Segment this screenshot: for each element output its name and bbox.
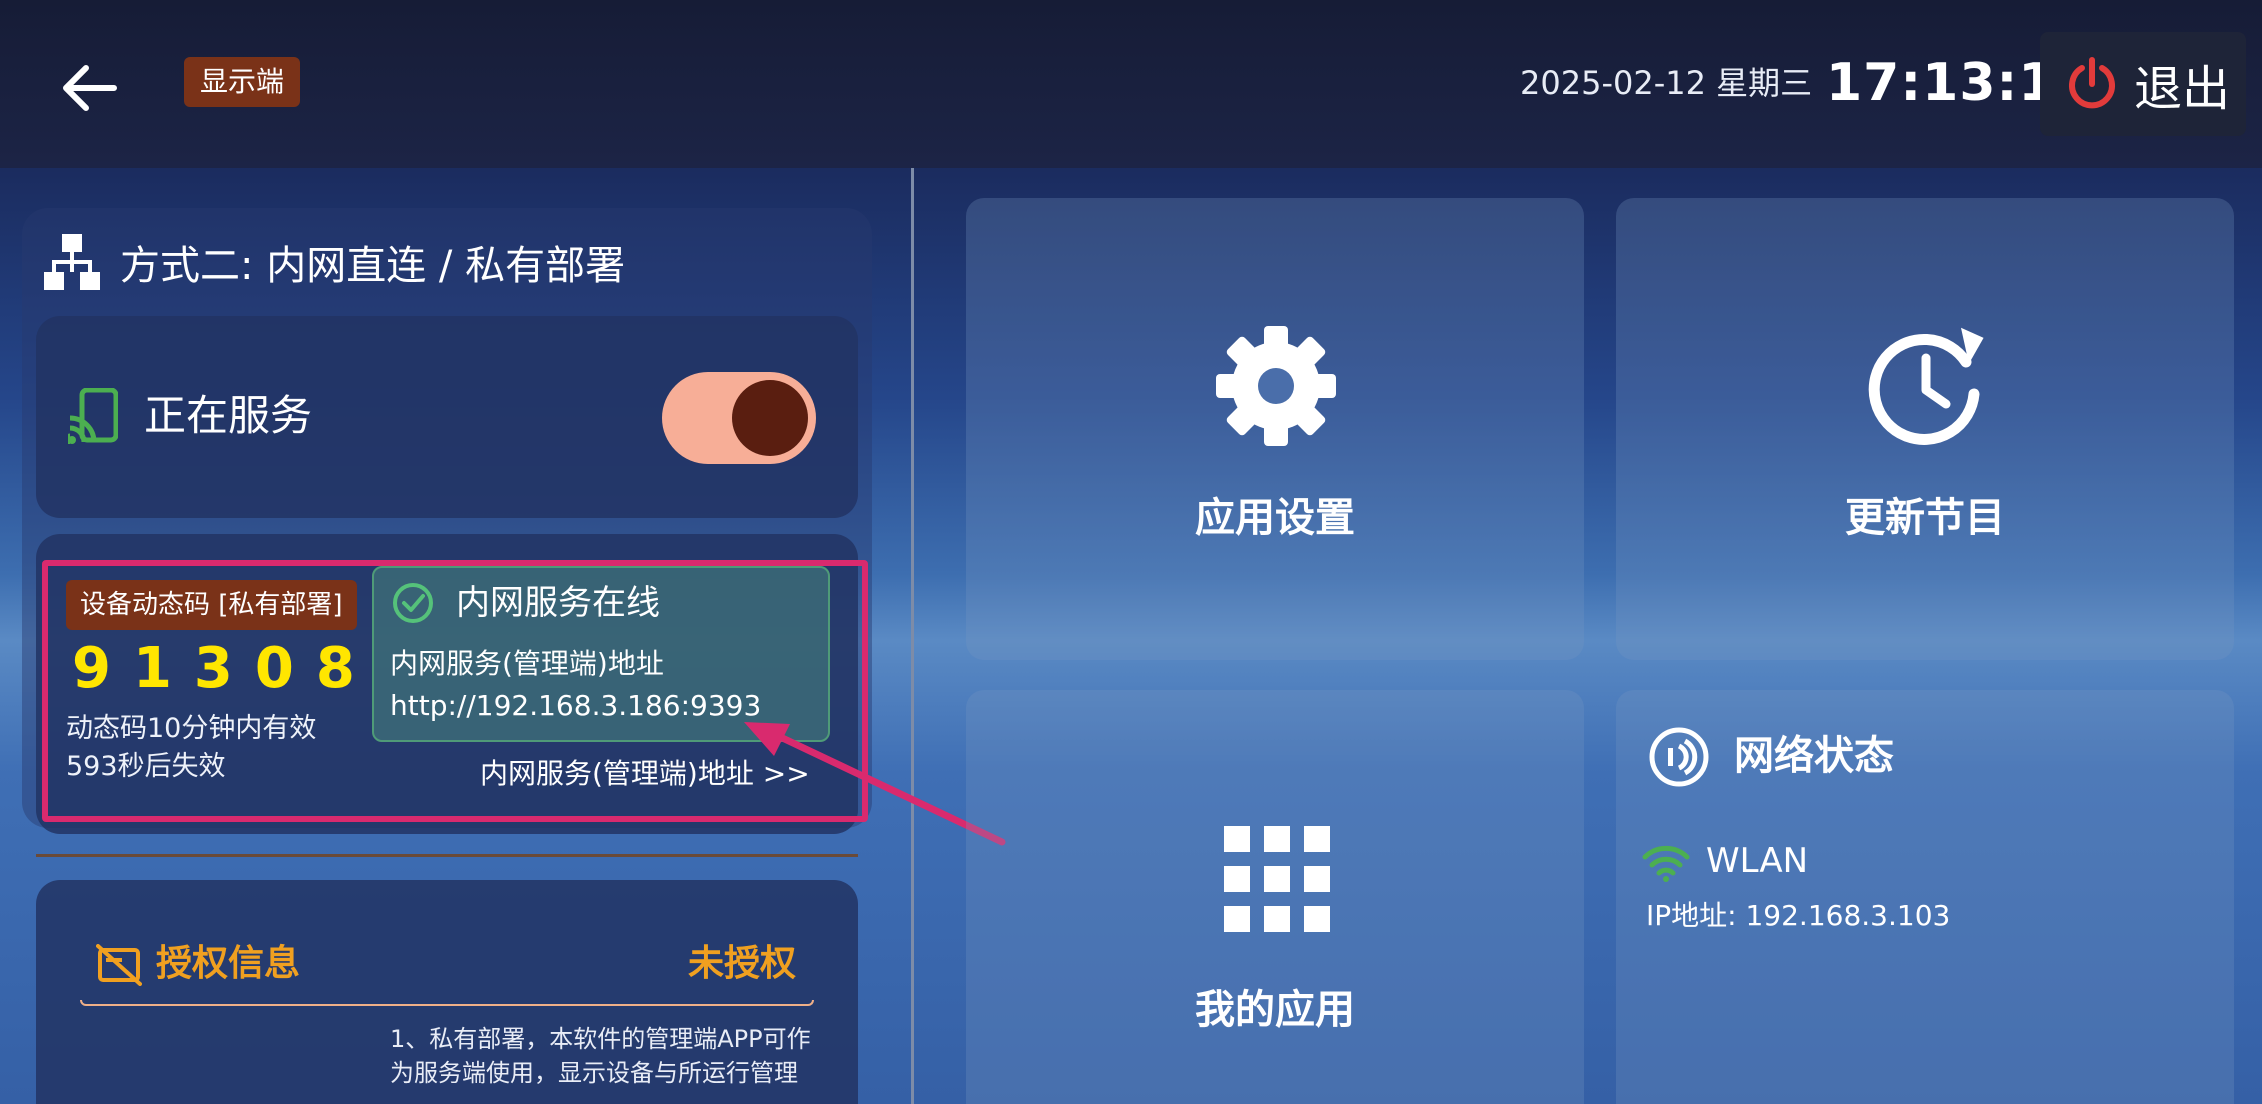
network-status-title: 网络状态 <box>1734 733 1894 779</box>
auth-note-line: 为服务端使用，显示设备与所运行管理 <box>390 1059 798 1087</box>
my-apps-label: 我的应用 <box>1195 987 1355 1033</box>
auth-status[interactable]: 未授权 <box>688 938 796 990</box>
section-separator <box>36 854 858 857</box>
cast-icon <box>68 388 118 444</box>
ip-address-label: IP地址: 192.168.3.103 <box>1646 899 1951 932</box>
refresh-clock-icon <box>1868 327 1984 445</box>
mode-badge: 显示端 <box>184 57 301 107</box>
grid-apps-icon <box>1224 826 1330 932</box>
network-tree-icon <box>44 234 100 290</box>
back-button[interactable] <box>52 50 128 126</box>
signal-circle-icon <box>1649 727 1709 787</box>
power-icon <box>2069 57 2115 109</box>
update-program-label: 更新节目 <box>1845 495 2005 541</box>
service-toggle-knob[interactable] <box>732 380 808 456</box>
auth-underline <box>80 1000 814 1006</box>
arrow-left-icon <box>63 65 117 111</box>
logout-button[interactable]: 退出 <box>2040 32 2246 136</box>
section-title: 方式二: 内网直连 / 私有部署 <box>44 228 625 296</box>
logout-label: 退出 <box>2134 61 2231 117</box>
app-settings-label: 应用设置 <box>1195 495 1355 541</box>
auth-title: 授权信息 <box>156 943 301 984</box>
wlan-label: WLAN <box>1706 841 1809 881</box>
auth-note-line: 1、私有部署，本软件的管理端APP可作 <box>390 1025 811 1053</box>
section-title-text: 方式二: 内网直连 / 私有部署 <box>120 243 626 289</box>
service-status-label: 正在服务 <box>144 391 313 440</box>
column-divider <box>911 168 914 1104</box>
date-label: 2025-02-12 星期三 <box>1520 64 1813 102</box>
gear-icon <box>1216 326 1336 446</box>
wifi-icon <box>1642 845 1690 882</box>
no-license-icon <box>96 944 142 986</box>
